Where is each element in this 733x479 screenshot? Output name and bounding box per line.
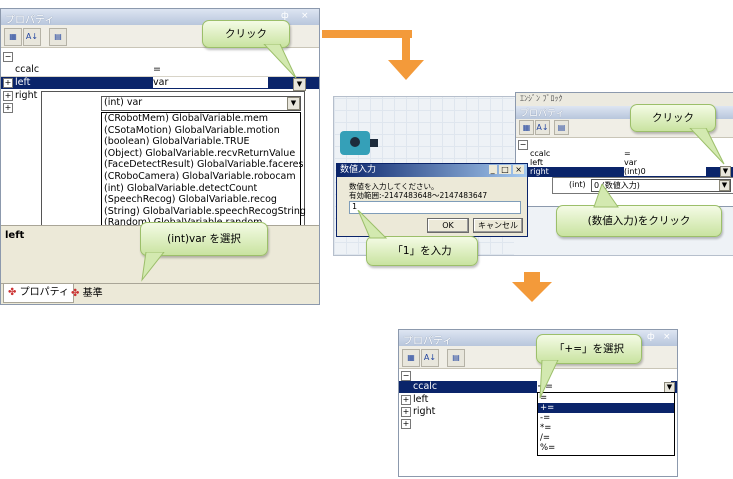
property-row-right[interactable]: right (int)0 [516,167,733,177]
flow-arrow-1 [322,30,412,38]
arrow-head-icon [388,60,424,80]
expand-icon[interactable]: + [3,103,13,113]
combobox-value: (int) var [104,97,143,108]
list-item[interactable]: (CRobotMem) GlobalVariable.mem [102,113,300,125]
panel-title: プロパティ [5,15,55,26]
ok-button[interactable]: OK [427,218,469,233]
sort-alpha-icon[interactable]: A↓ [535,120,550,135]
categorized-icon[interactable]: ▦ [519,120,534,135]
dropdown-button[interactable]: ▼ [720,166,731,177]
expand-icon[interactable]: + [401,407,411,417]
operator-option[interactable]: *= [538,423,674,433]
property-pages-icon[interactable]: ▤ [447,349,465,367]
collapse-icon[interactable]: − [3,52,13,62]
callout-tail [593,184,619,208]
panel-title: プロパティ [403,336,453,347]
operator-option[interactable]: %= [538,443,674,453]
list-item[interactable]: (boolean) GlobalVariable.TRUE [102,136,300,148]
close-icon[interactable]: × [513,165,524,174]
panel-title: プロパティ [520,109,565,119]
expand-icon[interactable]: + [3,91,13,101]
expand-icon[interactable]: + [3,78,13,88]
list-item[interactable]: (Object) GlobalVariable.recvReturnValue [102,148,300,160]
callout-tail [141,252,165,282]
dropdown-combobox[interactable]: (int) var ▼ [101,96,301,111]
callout-tail [263,44,297,79]
property-pages-icon[interactable]: ▤ [49,28,67,46]
close-icon[interactable]: × [663,332,671,342]
collapse-icon[interactable]: − [401,371,411,381]
tab-properties[interactable]: ✤ プロパティ [3,284,74,303]
arrow-down-icon [512,272,552,302]
minimize-icon[interactable]: _ [488,165,497,174]
list-item[interactable]: (String) GlobalVariable.speechRecogStrin… [102,206,306,218]
row-value: var [153,77,269,88]
list-item[interactable]: (CRoboCamera) GlobalVariable.robocam [102,171,300,183]
row-name: ccalc [15,64,40,75]
callout-input-one: 「1」を入力 [366,236,478,266]
cancel-button[interactable]: キャンセル [473,218,523,233]
sort-alpha-icon[interactable]: A↓ [23,28,41,46]
callout-tail [357,210,388,239]
sort-alpha-icon[interactable]: A↓ [421,349,439,367]
close-icon[interactable]: × [301,11,309,21]
robot-block[interactable] [340,131,370,155]
row-name: left [15,77,31,88]
sub-dropdown: (int) 0 (数値入力) ▼ [552,177,733,194]
list-item[interactable]: (SpeechRecog) GlobalVariable.recog [102,194,300,206]
operator-option[interactable]: /= [538,433,674,443]
expand-icon[interactable]: + [401,419,411,429]
row-name: right [15,90,38,101]
description-title: left [5,230,25,241]
callout-tail [689,128,725,165]
pin-icon[interactable]: ф [647,332,655,342]
flow-arrow-1 [402,30,410,64]
operator-option[interactable]: += [538,403,674,413]
callout-select-var: (int)var を選択 [140,222,268,256]
dialog-range: 有効範囲:-2147483648～2147483647 [349,191,488,200]
chevron-down-icon[interactable]: ▼ [287,97,300,110]
row-value: = [153,64,161,75]
list-item[interactable]: (int) GlobalVariable.detectCount [102,183,300,195]
operator-list: = += -= *=/= %= [537,392,675,456]
callout-tail [539,360,559,399]
callout-numeric-click: (数値入力)をクリック [556,205,722,237]
expand-icon[interactable]: + [401,395,411,405]
property-pages-icon[interactable]: ▤ [554,120,569,135]
list-item[interactable]: (FaceDetectResult) GlobalVariable.facere… [102,159,303,171]
bottom-tabs: ✤ プロパティ ✤ 基準 [1,283,319,304]
categorized-icon[interactable]: ▦ [402,349,420,367]
list-item[interactable]: (CSotaMotion) GlobalVariable.motion [102,125,300,137]
chevron-down-icon[interactable]: ▼ [719,180,730,191]
operator-option[interactable]: -= [538,413,674,423]
tab-basis[interactable]: ✤ 基準 [67,286,107,302]
categorized-icon[interactable]: ▦ [4,28,22,46]
maximize-icon[interactable]: □ [499,165,511,174]
